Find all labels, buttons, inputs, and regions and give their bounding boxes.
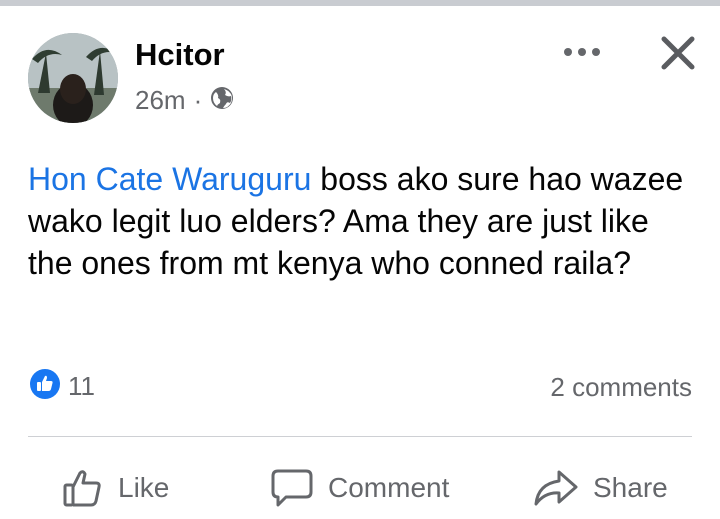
divider xyxy=(28,436,692,437)
mention-link[interactable]: Hon Cate Waruguru xyxy=(28,161,311,197)
share-icon xyxy=(534,470,578,506)
post-text: Hon Cate Waruguru boss ako sure hao waze… xyxy=(28,158,698,284)
reactions-summary[interactable]: 11 xyxy=(30,369,95,404)
comment-label: Comment xyxy=(328,472,450,503)
thumbs-up-icon xyxy=(63,470,101,507)
ellipsis-icon xyxy=(564,48,600,56)
share-button[interactable]: Share xyxy=(533,462,668,514)
close-icon xyxy=(661,36,695,70)
close-button[interactable] xyxy=(658,33,698,73)
share-label: Share xyxy=(593,472,668,503)
comment-icon xyxy=(271,469,313,507)
like-button[interactable]: Like xyxy=(62,462,169,514)
like-label: Like xyxy=(118,472,170,503)
avatar[interactable] xyxy=(28,33,118,123)
author-name[interactable]: Hcitor xyxy=(135,37,225,73)
comments-count[interactable]: 2 comments xyxy=(550,372,692,403)
like-icon xyxy=(30,369,60,404)
top-border xyxy=(0,0,720,6)
globe-icon xyxy=(210,86,234,115)
post-meta: 26m · xyxy=(135,85,234,116)
avatar-image xyxy=(28,33,118,123)
more-options-button[interactable] xyxy=(552,37,612,67)
comment-button[interactable]: Comment xyxy=(270,462,449,514)
post-time[interactable]: 26m xyxy=(135,85,186,116)
reaction-count: 11 xyxy=(68,371,95,401)
meta-separator: · xyxy=(193,85,203,115)
post-header: Hcitor 26m · xyxy=(28,33,700,123)
